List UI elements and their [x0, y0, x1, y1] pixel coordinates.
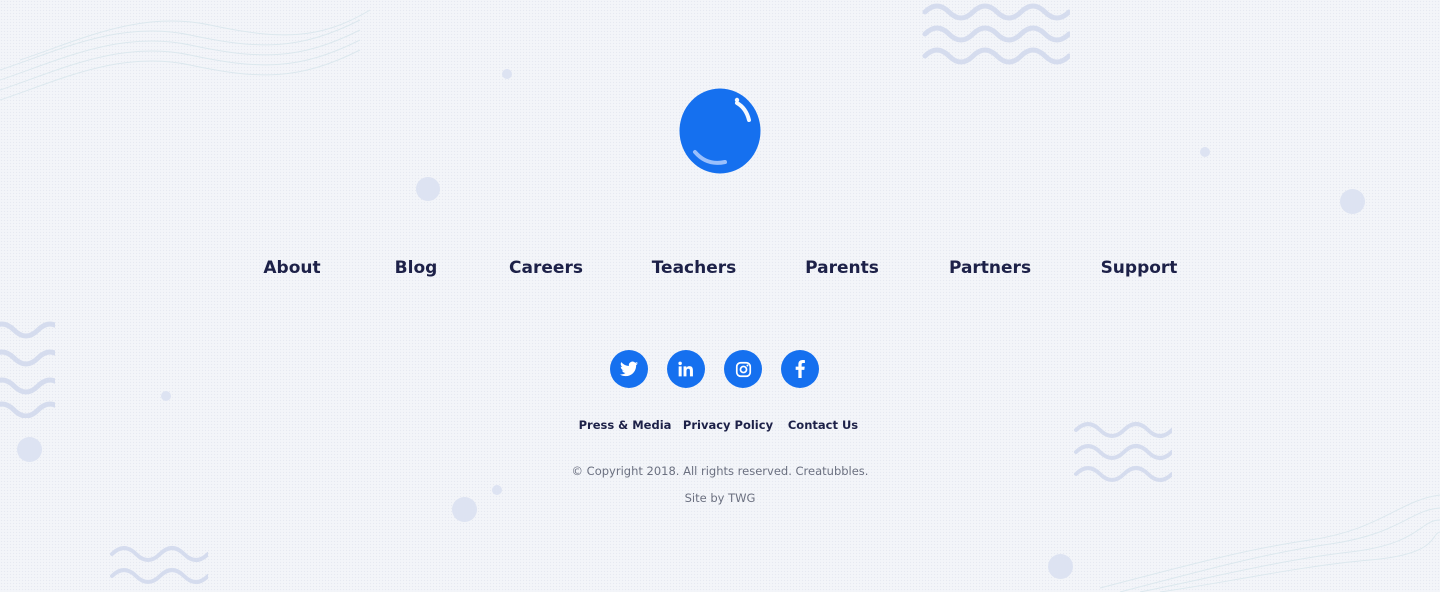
instagram-button[interactable]	[724, 350, 762, 388]
facebook-button[interactable]	[781, 350, 819, 388]
background-dot	[416, 177, 440, 201]
social-links	[610, 350, 830, 388]
copyright-text: © Copyright 2018. All rights reserved. C…	[571, 464, 869, 478]
background-dot	[1200, 147, 1210, 157]
background-dot	[1340, 189, 1365, 214]
twitter-icon	[620, 361, 638, 377]
background-dot	[502, 69, 512, 79]
contact-us-link[interactable]: Contact Us	[788, 418, 858, 432]
nav-item-careers[interactable]: Careers	[509, 258, 583, 278]
linkedin-button[interactable]	[667, 350, 705, 388]
legal-links: Press & Media Privacy Policy Contact Us	[0, 418, 1440, 436]
nav-item-blog[interactable]: Blog	[395, 258, 438, 278]
background-dot	[1048, 554, 1073, 579]
instagram-icon	[735, 361, 751, 377]
nav-item-teachers[interactable]: Teachers	[652, 258, 737, 278]
wavy-lines-decoration	[922, 3, 1070, 65]
nav-item-partners[interactable]: Partners	[949, 258, 1031, 278]
twitter-button[interactable]	[610, 350, 648, 388]
facebook-icon	[795, 360, 805, 378]
nav-item-about[interactable]: About	[263, 258, 320, 278]
linkedin-icon	[678, 361, 693, 377]
contour-lines-decoration	[0, 9, 370, 101]
press-media-link[interactable]: Press & Media	[579, 418, 672, 432]
privacy-policy-link[interactable]: Privacy Policy	[683, 418, 773, 432]
wavy-lines-decoration	[110, 546, 208, 584]
wavy-lines-decoration	[0, 321, 55, 418]
nav-item-parents[interactable]: Parents	[805, 258, 879, 278]
background-dot	[161, 391, 171, 401]
site-credit-text: Site by TWG	[684, 491, 756, 505]
bubble-logo[interactable]	[679, 88, 761, 174]
footer-nav: About Blog Careers Teachers Parents Part…	[0, 258, 1440, 286]
nav-item-support[interactable]: Support	[1101, 258, 1178, 278]
background-dot	[17, 437, 42, 462]
